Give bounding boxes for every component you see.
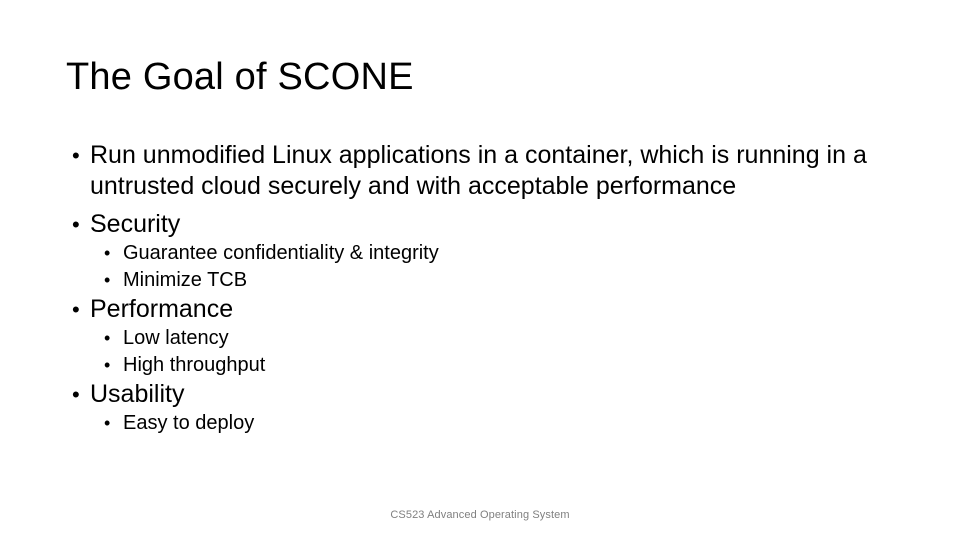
list-item: High throughput bbox=[101, 352, 888, 379]
list-item: Security bbox=[68, 209, 888, 240]
list-item: Easy to deploy bbox=[101, 410, 888, 437]
slide: The Goal of SCONE Run unmodified Linux a… bbox=[0, 0, 960, 540]
list-item: Performance bbox=[68, 294, 888, 325]
list-item: Guarantee confidentiality & integrity bbox=[101, 240, 888, 267]
bullet-list: Run unmodified Linux applications in a c… bbox=[68, 140, 888, 437]
sub-bullet-list: Guarantee confidentiality & integrity Mi… bbox=[68, 240, 888, 294]
slide-footer: CS523 Advanced Operating System bbox=[390, 509, 570, 521]
list-item: Usability bbox=[68, 379, 888, 410]
slide-body: Run unmodified Linux applications in a c… bbox=[68, 140, 888, 437]
page-title: The Goal of SCONE bbox=[66, 56, 414, 98]
bullet-text: Run unmodified Linux applications in a c… bbox=[90, 141, 867, 200]
sub-bullet-list: Low latency High throughput bbox=[68, 325, 888, 379]
list-item: Minimize TCB bbox=[101, 267, 888, 294]
bullet-text: Security bbox=[90, 210, 181, 238]
sub-bullet-list: Easy to deploy bbox=[68, 410, 888, 437]
bullet-text: Usability bbox=[90, 380, 185, 408]
bullet-text: Performance bbox=[90, 295, 234, 323]
list-item: Low latency bbox=[101, 325, 888, 352]
list-item: Run unmodified Linux applications in a c… bbox=[68, 140, 888, 202]
